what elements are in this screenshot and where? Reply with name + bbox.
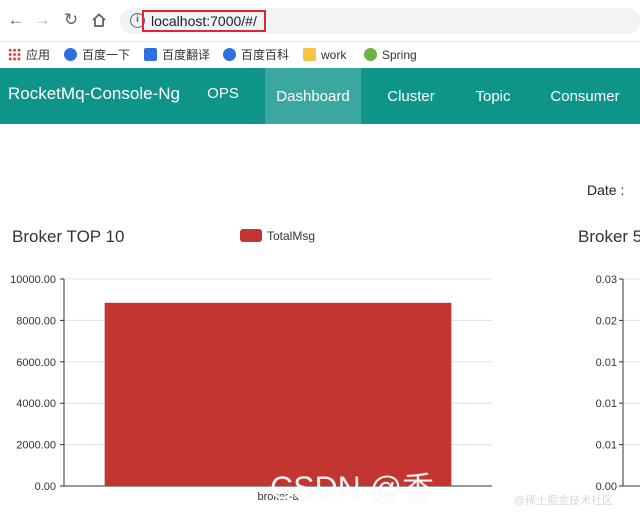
y-tick-label: 2000.00 <box>16 440 56 452</box>
charts-canvas: 0.00 2000.00 4000.00 6000.00 8000.00 10000.00… <box>10 274 640 503</box>
y-tick-label: 8000.00 <box>16 315 56 327</box>
y-tick-label: 6000.00 <box>16 357 56 369</box>
y-tick-label: 4000.00 <box>16 398 56 410</box>
watermark-csdn: CSDN @香 <box>270 470 435 506</box>
watermark-juejin: @稀土掘金技术社区 <box>514 495 614 507</box>
chart2-y-tick-label: 0.01 <box>596 440 617 452</box>
y-tick-label: 10000.00 <box>10 274 56 286</box>
chart2-y-tick-label: 0.01 <box>596 398 617 410</box>
chart2-y-tick-label: 0.03 <box>596 274 617 286</box>
chart2-y-tick-label: 0.02 <box>596 315 617 327</box>
bar <box>104 302 452 486</box>
chart2-y-tick-label: 0.01 <box>596 357 617 369</box>
y-tick-label: 0.00 <box>35 481 56 493</box>
